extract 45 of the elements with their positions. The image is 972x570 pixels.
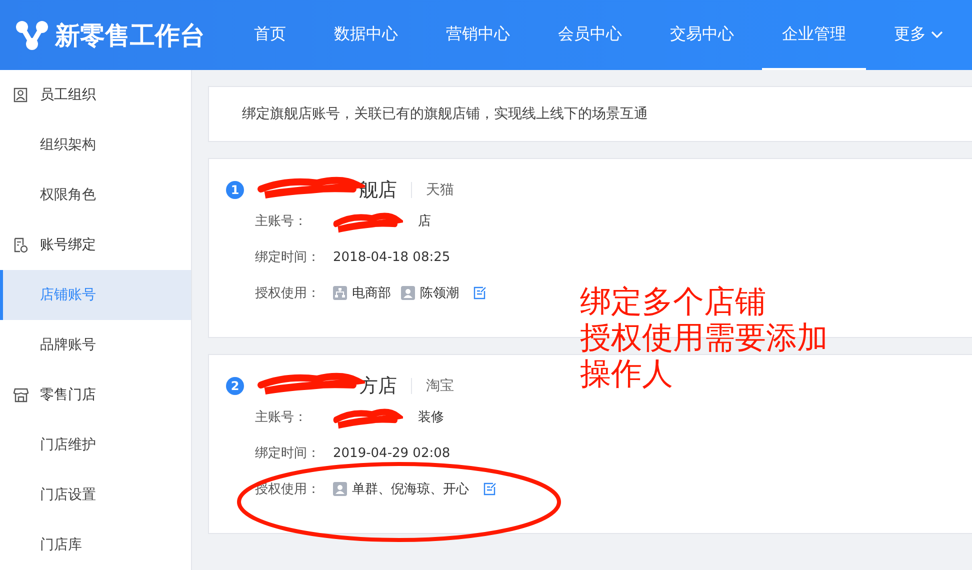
authorized-user: 陈领潮 [420, 285, 459, 302]
field-value: 2018-04-18 08:25 [333, 250, 450, 264]
field-value: 装修 [417, 409, 444, 426]
platform-label: 天猫 [426, 181, 454, 199]
org-chart-icon [333, 286, 347, 300]
field-label: 授权使用： [255, 285, 321, 302]
nav-tab[interactable]: 企业管理 [762, 0, 866, 70]
platform-label: 淘宝 [426, 377, 454, 395]
nav-tab[interactable]: 营销中心 [426, 0, 530, 70]
edit-icon[interactable] [483, 482, 497, 496]
store-icon [13, 387, 29, 403]
document-icon [13, 237, 29, 253]
field-label: 主账号： [255, 213, 308, 230]
sidebar-item[interactable]: 组织架构 [0, 120, 191, 170]
field-value: 店 [417, 213, 431, 230]
sidebar-item[interactable]: 品牌账号 [0, 320, 191, 370]
sidebar-item[interactable]: 门店库 [0, 520, 191, 570]
authorized-user: 电商部 [352, 285, 391, 302]
annotation-text: 绑定多个店铺 [580, 284, 767, 320]
authorized-user: 单群、倪海琼、开心 [352, 481, 469, 498]
sidebar-item[interactable]: 门店维护 [0, 420, 191, 470]
number-badge: 1 [226, 181, 244, 199]
field-label: 绑定时间： [255, 249, 321, 266]
person-icon [13, 87, 29, 103]
nav-tab[interactable]: 交易中心 [650, 0, 754, 70]
field-label: 绑定时间： [255, 445, 321, 462]
nav-tab[interactable]: 首页 [234, 0, 306, 70]
sidebar-item[interactable]: 权限角色 [0, 170, 191, 220]
banner-text: 绑定旗舰店账号，关联已有的旗舰店铺，实现线上线下的场景互通 [208, 86, 972, 142]
edit-icon[interactable] [473, 286, 487, 300]
sidebar-group[interactable]: 账号绑定 [40, 236, 96, 254]
logo-icon [15, 20, 49, 50]
sidebar-group[interactable]: 零售门店 [40, 386, 96, 404]
annotation-text: 操作人 [580, 356, 674, 392]
person-icon [401, 286, 415, 300]
field-value: 2019-04-29 02:08 [333, 446, 450, 460]
nav-tab[interactable]: 数据中心 [314, 0, 418, 70]
annotation-text: 授权使用需要添加 [580, 320, 828, 356]
person-icon [333, 482, 347, 496]
field-label: 主账号： [255, 409, 308, 426]
nav-tab[interactable]: 会员中心 [538, 0, 642, 70]
number-badge: 2 [226, 377, 244, 395]
sidebar-group[interactable]: 员工组织 [40, 86, 96, 104]
sidebar-item[interactable]: 门店设置 [0, 470, 191, 520]
app-title: 新零售工作台 [55, 20, 205, 52]
